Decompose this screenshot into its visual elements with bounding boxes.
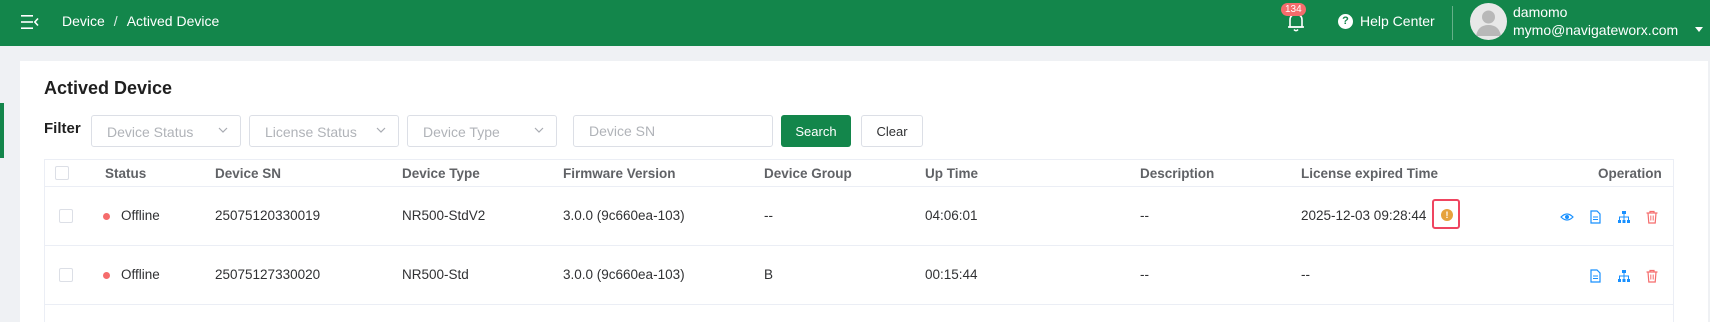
delete-icon[interactable]	[1645, 210, 1659, 224]
column-header-device-group[interactable]: Device Group	[764, 166, 852, 181]
table-row[interactable]: Offline 25075120330019 NR500-StdV2 3.0.0…	[45, 187, 1673, 246]
license-status-placeholder: License Status	[265, 124, 357, 140]
user-avatar[interactable]	[1470, 3, 1507, 40]
chevron-down-icon	[218, 127, 228, 133]
notification-count-badge: 134	[1281, 3, 1306, 16]
device-sn-cell: 25075120330019	[215, 208, 321, 223]
user-name[interactable]: damomo	[1513, 4, 1567, 20]
up-time-cell: 04:06:01	[925, 208, 978, 223]
column-header-up-time[interactable]: Up Time	[925, 166, 978, 181]
description-cell: --	[1140, 208, 1149, 223]
page-title: Actived Device	[44, 78, 173, 98]
user-avatar-icon	[1476, 10, 1501, 36]
help-center-link[interactable]: ? Help Center	[1338, 13, 1435, 29]
header-divider	[1452, 6, 1453, 40]
device-type-select[interactable]: Device Type	[407, 115, 557, 147]
column-header-description[interactable]: Description	[1140, 166, 1214, 181]
breadcrumb: Device / Actived Device	[62, 13, 219, 29]
license-expired-cell: --	[1301, 267, 1310, 282]
device-group-cell: B	[764, 267, 774, 282]
license-warning-highlight: !	[1432, 199, 1460, 229]
breadcrumb-separator: /	[113, 13, 118, 29]
breadcrumb-device[interactable]: Device	[62, 13, 105, 29]
chevron-down-icon	[534, 127, 544, 133]
document-icon[interactable]	[1588, 269, 1602, 283]
user-menu-caret-icon[interactable]	[1695, 27, 1703, 32]
top-header: Device / Actived Device 134 ? Help Cente…	[0, 0, 1710, 46]
chevron-down-icon	[376, 127, 386, 133]
device-type-placeholder: Device Type	[423, 124, 500, 140]
help-center-label: Help Center	[1360, 13, 1435, 29]
firmware-version-cell: 3.0.0 (9c660ea-103)	[563, 267, 685, 282]
up-time-cell: 00:15:44	[925, 267, 978, 282]
description-cell: --	[1140, 267, 1149, 282]
sidebar-active-indicator	[0, 103, 4, 158]
device-status-placeholder: Device Status	[107, 124, 194, 140]
breadcrumb-current: Actived Device	[126, 13, 220, 29]
search-button[interactable]: Search	[781, 115, 851, 147]
select-all-checkbox[interactable]	[55, 166, 69, 180]
menu-toggle-icon[interactable]	[21, 14, 39, 30]
delete-icon[interactable]	[1645, 269, 1659, 283]
device-sn-cell: 25075127330020	[215, 267, 321, 282]
table-header: Status Device SN Device Type Firmware Ve…	[45, 160, 1673, 187]
column-header-device-type[interactable]: Device Type	[402, 166, 480, 181]
status-cell: Offline	[121, 267, 160, 282]
status-cell: Offline	[121, 208, 160, 223]
help-icon: ?	[1338, 13, 1353, 29]
column-header-operation: Operation	[1598, 166, 1662, 181]
device-status-select[interactable]: Device Status	[91, 115, 241, 147]
column-header-firmware-version[interactable]: Firmware Version	[563, 166, 676, 181]
device-sn-input[interactable]	[573, 115, 773, 147]
row-checkbox[interactable]	[59, 209, 73, 223]
clear-button[interactable]: Clear	[861, 115, 923, 147]
user-email[interactable]: mymo@navigateworx.com	[1513, 22, 1678, 38]
filter-label: Filter	[44, 120, 81, 137]
device-type-cell: NR500-Std	[402, 267, 469, 282]
status-offline-dot	[103, 272, 110, 279]
status-offline-dot	[103, 213, 110, 220]
warning-icon[interactable]: !	[1441, 209, 1453, 221]
license-expired-cell: 2025-12-03 09:28:44	[1301, 208, 1427, 223]
device-type-cell: NR500-StdV2	[402, 208, 486, 223]
firmware-version-cell: 3.0.0 (9c660ea-103)	[563, 208, 685, 223]
column-header-status[interactable]: Status	[105, 166, 146, 181]
device-group-cell: --	[764, 208, 773, 223]
column-header-device-sn[interactable]: Device SN	[215, 166, 281, 181]
device-table: Status Device SN Device Type Firmware Ve…	[44, 159, 1674, 322]
license-status-select[interactable]: License Status	[249, 115, 399, 147]
document-icon[interactable]	[1588, 210, 1602, 224]
topology-icon[interactable]	[1617, 269, 1631, 283]
column-header-license-expired-time[interactable]: License expired Time	[1301, 166, 1438, 181]
view-icon[interactable]	[1560, 210, 1574, 224]
topology-icon[interactable]	[1617, 210, 1631, 224]
table-row[interactable]: Offline 25075127330020 NR500-Std 3.0.0 (…	[45, 246, 1673, 305]
row-checkbox[interactable]	[59, 268, 73, 282]
